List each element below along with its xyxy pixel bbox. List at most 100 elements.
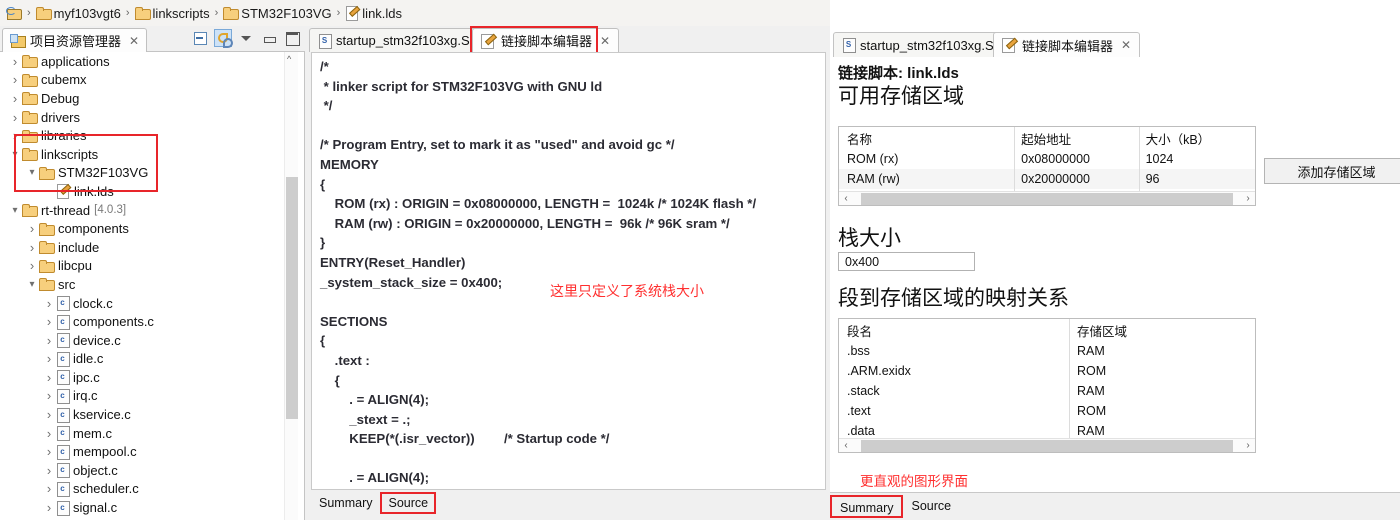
link-with-editor-icon[interactable]	[214, 29, 233, 48]
scroll-left-icon[interactable]: ‹	[839, 440, 853, 451]
close-icon[interactable]: ✕	[129, 34, 139, 48]
table-row[interactable]: RAM (rw) 0x20000000 96	[839, 169, 1255, 189]
tree-item-src[interactable]: src	[0, 275, 304, 294]
view-menu-icon[interactable]	[237, 29, 255, 47]
scrollbar-thumb[interactable]	[286, 177, 298, 419]
memory-regions-table[interactable]: 名称 起始地址 大小（kB） ROM (rx) 0x08000000 1024 RAM…	[838, 126, 1256, 206]
twisty-collapsed-icon[interactable]	[42, 463, 56, 478]
bottom-tab-source[interactable]: Source	[380, 492, 437, 514]
tree-item-kservice-c[interactable]: c kservice.c	[0, 405, 304, 424]
add-memory-region-button[interactable]: 添加存储区域	[1264, 158, 1400, 184]
twisty-collapsed-icon[interactable]	[42, 500, 56, 515]
tree-item-components-c[interactable]: c components.c	[0, 312, 304, 331]
table-row[interactable]: ROM (rx) 0x08000000 1024	[839, 149, 1255, 169]
collapse-all-icon[interactable]	[191, 29, 209, 47]
tab-link-script-editor[interactable]: 链接脚本编辑器 ✕	[993, 32, 1141, 57]
tree-item-stm32f103vg[interactable]: STM32F103VG	[0, 164, 304, 183]
tree-item-include[interactable]: include	[0, 238, 304, 257]
table-row[interactable]: .bss RAM	[839, 341, 1255, 361]
tree-item-libraries[interactable]: libraries	[0, 126, 304, 145]
table-row[interactable]: .ARM.exidx ROM	[839, 361, 1255, 381]
tree-scrollbar[interactable]: ^	[284, 52, 298, 520]
breadcrumb-item-stm32f103vg[interactable]: STM32F103VG	[221, 6, 333, 21]
tree-item-applications[interactable]: applications	[0, 52, 304, 71]
tree-item-mem-c[interactable]: c mem.c	[0, 424, 304, 443]
tab-link-script-editor[interactable]: 链接脚本编辑器 ✕	[472, 28, 620, 52]
tree-item-components[interactable]: components	[0, 219, 304, 238]
tab-startup-asm[interactable]: S startup_stm32f103xg.S	[309, 28, 479, 52]
c-file-letter: c	[60, 483, 65, 493]
twisty-collapsed-icon[interactable]	[42, 314, 56, 329]
twisty-collapsed-icon[interactable]	[8, 128, 22, 143]
col-section-name: 段名	[847, 324, 873, 339]
breadcrumb-item-link-lds[interactable]: link.lds	[343, 6, 404, 21]
close-icon[interactable]: ✕	[600, 34, 610, 48]
twisty-collapsed-icon[interactable]	[42, 351, 56, 366]
twisty-collapsed-icon[interactable]	[8, 110, 22, 125]
twisty-collapsed-icon[interactable]	[25, 221, 39, 236]
tree-item-idle-c[interactable]: c idle.c	[0, 350, 304, 369]
twisty-expanded-icon[interactable]	[8, 149, 22, 160]
bottom-tab-summary[interactable]: Summary	[311, 492, 381, 514]
twisty-expanded-icon[interactable]	[25, 279, 39, 290]
twisty-collapsed-icon[interactable]	[25, 240, 39, 255]
breadcrumb[interactable]: › myf103vgt6 › linkscripts › STM32F103VG…	[0, 0, 830, 26]
twisty-collapsed-icon[interactable]	[8, 54, 22, 69]
twisty-collapsed-icon[interactable]	[42, 407, 56, 422]
bottom-tab-source[interactable]: Source	[903, 495, 959, 518]
tree-item-mempool-c[interactable]: c mempool.c	[0, 442, 304, 461]
twisty-collapsed-icon[interactable]	[8, 91, 22, 106]
maximize-icon[interactable]	[283, 29, 301, 47]
tree-item-clock-c[interactable]: c clock.c	[0, 294, 304, 313]
twisty-collapsed-icon[interactable]	[42, 481, 56, 496]
tree-item-scheduler-c[interactable]: c scheduler.c	[0, 480, 304, 499]
tree-item-irq-c[interactable]: c irq.c	[0, 387, 304, 406]
twisty-collapsed-icon[interactable]	[25, 258, 39, 273]
tree-item-linkscripts[interactable]: linkscripts	[0, 145, 304, 164]
table-row[interactable]: .stack RAM	[839, 381, 1255, 401]
twisty-collapsed-icon[interactable]	[42, 444, 56, 459]
twisty-collapsed-icon[interactable]	[8, 72, 22, 87]
scroll-right-icon[interactable]: ›	[1241, 193, 1255, 204]
breadcrumb-item-project[interactable]	[4, 6, 24, 20]
breadcrumb-item-linkscripts[interactable]: linkscripts	[133, 6, 212, 21]
scroll-right-icon[interactable]: ›	[1241, 440, 1255, 451]
close-icon[interactable]: ✕	[1121, 38, 1131, 52]
scroll-left-icon[interactable]: ‹	[839, 193, 853, 204]
tree-item-signal-c[interactable]: c signal.c	[0, 498, 304, 517]
folder-icon	[22, 204, 38, 218]
stack-size-input[interactable]: 0x400	[838, 252, 975, 271]
tab-project-explorer[interactable]: 项目资源管理器 ✕	[2, 28, 148, 52]
table-row[interactable]: .text ROM	[839, 401, 1255, 421]
minimize-icon[interactable]	[260, 29, 278, 47]
tree-item-object-c[interactable]: c object.c	[0, 461, 304, 480]
tree-item-cubemx[interactable]: cubemx	[0, 71, 304, 90]
tree-item-rt-thread[interactable]: rt-thread[4.0.3]	[0, 201, 304, 220]
twisty-collapsed-icon[interactable]	[42, 426, 56, 441]
twisty-expanded-icon[interactable]	[25, 167, 39, 178]
twisty-expanded-icon[interactable]	[8, 205, 22, 216]
twisty-collapsed-icon[interactable]	[42, 370, 56, 385]
scrollbar-thumb[interactable]	[861, 439, 1233, 452]
tree-item-libcpu[interactable]: libcpu	[0, 257, 304, 276]
mapping-table-hscrollbar[interactable]: ‹ ›	[839, 438, 1255, 452]
code-text-area[interactable]: /* * linker script for STM32F103VG with …	[311, 52, 826, 490]
tree-item-ipc-c[interactable]: c ipc.c	[0, 368, 304, 387]
tree-item-drivers[interactable]: drivers	[0, 108, 304, 127]
code-line: * linker script for STM32F103VG with GNU…	[320, 78, 603, 94]
scroll-up-icon[interactable]: ^	[287, 54, 291, 64]
tree-item-link-lds[interactable]: link.lds	[0, 182, 304, 201]
project-tree[interactable]: applications cubemx Debug drivers libraries l…	[0, 52, 305, 520]
c-file-letter: c	[60, 446, 65, 456]
section-mapping-table[interactable]: 段名 存储区域 .bss RAM .ARM.exidx ROM .stack RAM .te…	[838, 318, 1256, 453]
scrollbar-thumb[interactable]	[861, 192, 1233, 205]
breadcrumb-item-myf103vgt6[interactable]: myf103vgt6	[34, 6, 123, 21]
bottom-tab-summary[interactable]: Summary	[830, 495, 904, 518]
memory-table-hscrollbar[interactable]: ‹ ›	[839, 191, 1255, 205]
tree-item-debug[interactable]: Debug	[0, 89, 304, 108]
tab-startup-asm[interactable]: S startup_stm32f103xg.S	[833, 32, 1003, 57]
twisty-collapsed-icon[interactable]	[42, 388, 56, 403]
twisty-collapsed-icon[interactable]	[42, 296, 56, 311]
twisty-collapsed-icon[interactable]	[42, 333, 56, 348]
tree-item-device-c[interactable]: c device.c	[0, 331, 304, 350]
